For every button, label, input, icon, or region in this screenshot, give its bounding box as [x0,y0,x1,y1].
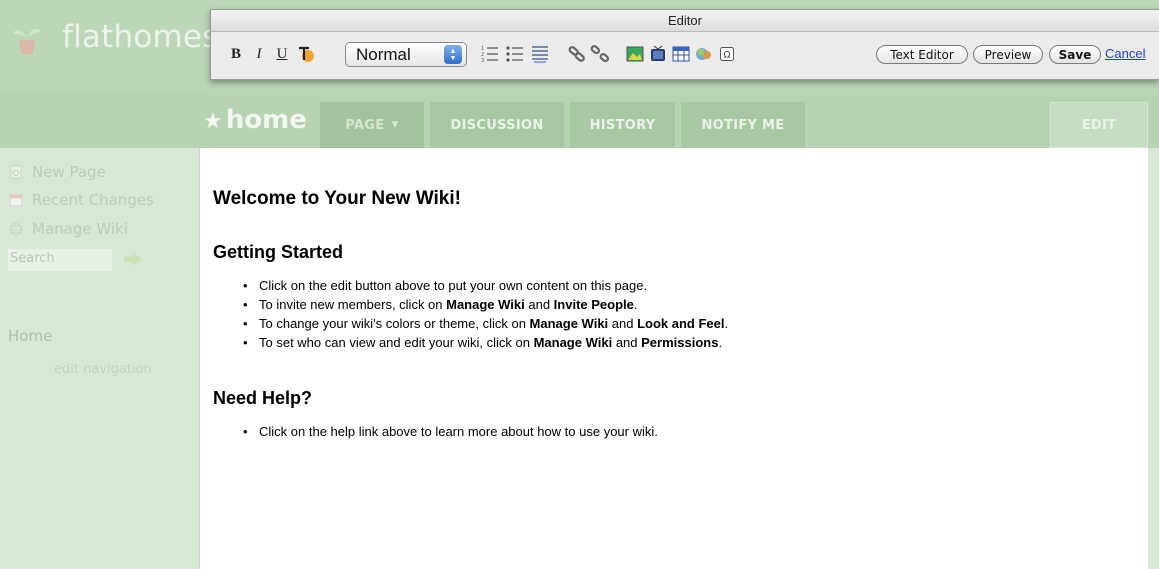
ordered-list-icon: 123 [481,46,498,63]
sidebar-item-label: Recent Changes [32,191,154,209]
nav-link-home[interactable]: Home [8,327,52,345]
bold-text: Manage Wiki [529,316,609,331]
edit-navigation-link[interactable]: edit navigation [54,362,152,377]
text-color-button[interactable] [295,44,317,64]
list-text: Click on the edit button above to put yo… [259,278,648,293]
sidebar-item-label: Manage Wiki [32,220,128,238]
svg-text:Ω: Ω [724,51,731,61]
gear-icon [9,222,23,236]
unordered-list-icon [506,46,523,62]
insert-image-button[interactable] [624,44,646,64]
editor-toolbar: B I U Normal ▲ ▼ 123 Ω Text Editor Previ… [211,32,1159,80]
list-item: Click on the edit button above to put yo… [243,276,1133,295]
list-text: Click on the help link above to learn mo… [259,424,658,439]
indent-button[interactable] [529,44,551,64]
bold-button[interactable]: B [227,44,245,64]
bold-text: Permissions [641,335,719,350]
bold-text: Manage Wiki [533,335,613,350]
underline-button[interactable]: U [273,44,291,64]
widget-icon [696,48,711,60]
sidebar-item-new-page[interactable]: New Page [8,163,106,181]
search-input[interactable]: Search [8,249,112,271]
table-icon [672,46,690,62]
style-select-value: Normal [356,44,411,64]
tab-history[interactable]: HISTORY [570,102,675,148]
bold-text: Manage Wiki [446,297,525,312]
list-text: . [718,335,723,350]
insert-media-button[interactable] [647,44,669,64]
tab-notify-me[interactable]: NOTIFY ME [681,102,805,148]
list-item: To change your wiki's colors or theme, c… [243,314,1133,333]
bold-text: Invite People [553,297,634,312]
save-button[interactable]: Save [1049,45,1101,64]
sidebar-item-recent-changes[interactable]: Recent Changes [8,191,154,209]
preview-button[interactable]: Preview [973,45,1043,64]
edit-button[interactable]: EDIT [1050,102,1148,148]
special-character-button[interactable]: Ω [716,44,738,64]
list-text: and [608,316,638,331]
sidebar [0,148,199,569]
star-icon[interactable]: ★ [203,109,223,134]
unlink-button[interactable] [589,44,611,64]
plant-logo-icon [13,28,41,54]
need-help-heading: Need Help? [213,388,313,408]
special-char-icon: Ω [720,47,734,61]
text-color-icon [299,46,314,62]
insert-link-button[interactable] [566,44,588,64]
list-item: Click on the help link above to learn mo… [243,422,1133,441]
page-name: ★ home [203,105,307,135]
page-name-label: home [225,105,307,135]
list-text: and [524,297,554,312]
list-text: . [724,316,729,331]
unlink-icon [590,45,610,63]
list-text: To change your wiki's colors or theme, c… [259,316,530,331]
unordered-list-button[interactable] [504,44,526,64]
italic-button[interactable]: I [250,44,268,64]
arrow-right-icon[interactable] [122,251,144,267]
right-margin [1148,148,1159,569]
tab-page-label: PAGE [345,117,385,133]
page-content: Welcome to Your New Wiki! Getting Starte… [199,148,1148,569]
cancel-link[interactable]: Cancel [1105,46,1145,61]
link-icon [568,46,585,62]
list-text: To invite new members, click on [259,297,447,312]
editor-title: Editor [211,10,1159,32]
bold-text: Look and Feel [637,316,725,331]
wiki-site: flathomesc ★ home PAGE ▼ DISCUSSION HISTOR… [0,0,1159,569]
tab-discussion[interactable]: DISCUSSION [430,102,564,148]
list-text: . [633,297,638,312]
ordered-list-button[interactable]: 123 [479,44,501,64]
sidebar-item-label: New Page [32,163,106,181]
indent-icon [532,46,548,63]
text-editor-button[interactable]: Text Editor [876,45,968,64]
need-help-list: Click on the help link above to learn mo… [243,422,1133,441]
tab-page[interactable]: PAGE ▼ [320,102,424,148]
chevron-down-icon: ▼ [391,120,399,130]
media-icon [651,45,665,61]
list-text: To set who can view and edit your wiki, … [259,335,534,350]
new-page-icon [10,165,22,179]
editor-window: Editor B I U Normal ▲ ▼ 123 Ω Text Edito… [210,9,1159,80]
list-text: and [612,335,642,350]
getting-started-list: Click on the edit button above to put yo… [243,276,1133,352]
sidebar-item-manage-wiki[interactable]: Manage Wiki [8,220,128,238]
list-item: To invite new members, click on Manage W… [243,295,1133,314]
insert-table-button[interactable] [670,44,692,64]
stepper-arrows-icon: ▲ ▼ [444,45,462,64]
calendar-icon [9,194,23,207]
image-icon [626,46,644,62]
insert-widget-button[interactable] [693,44,715,64]
paragraph-style-select[interactable]: Normal ▲ ▼ [345,42,467,67]
getting-started-heading: Getting Started [213,242,344,262]
content-body: Welcome to Your New Wiki! Getting Starte… [213,188,1133,441]
list-item: To set who can view and edit your wiki, … [243,333,1133,352]
svg-text:3: 3 [481,58,484,63]
welcome-heading: Welcome to Your New Wiki! [213,188,461,209]
